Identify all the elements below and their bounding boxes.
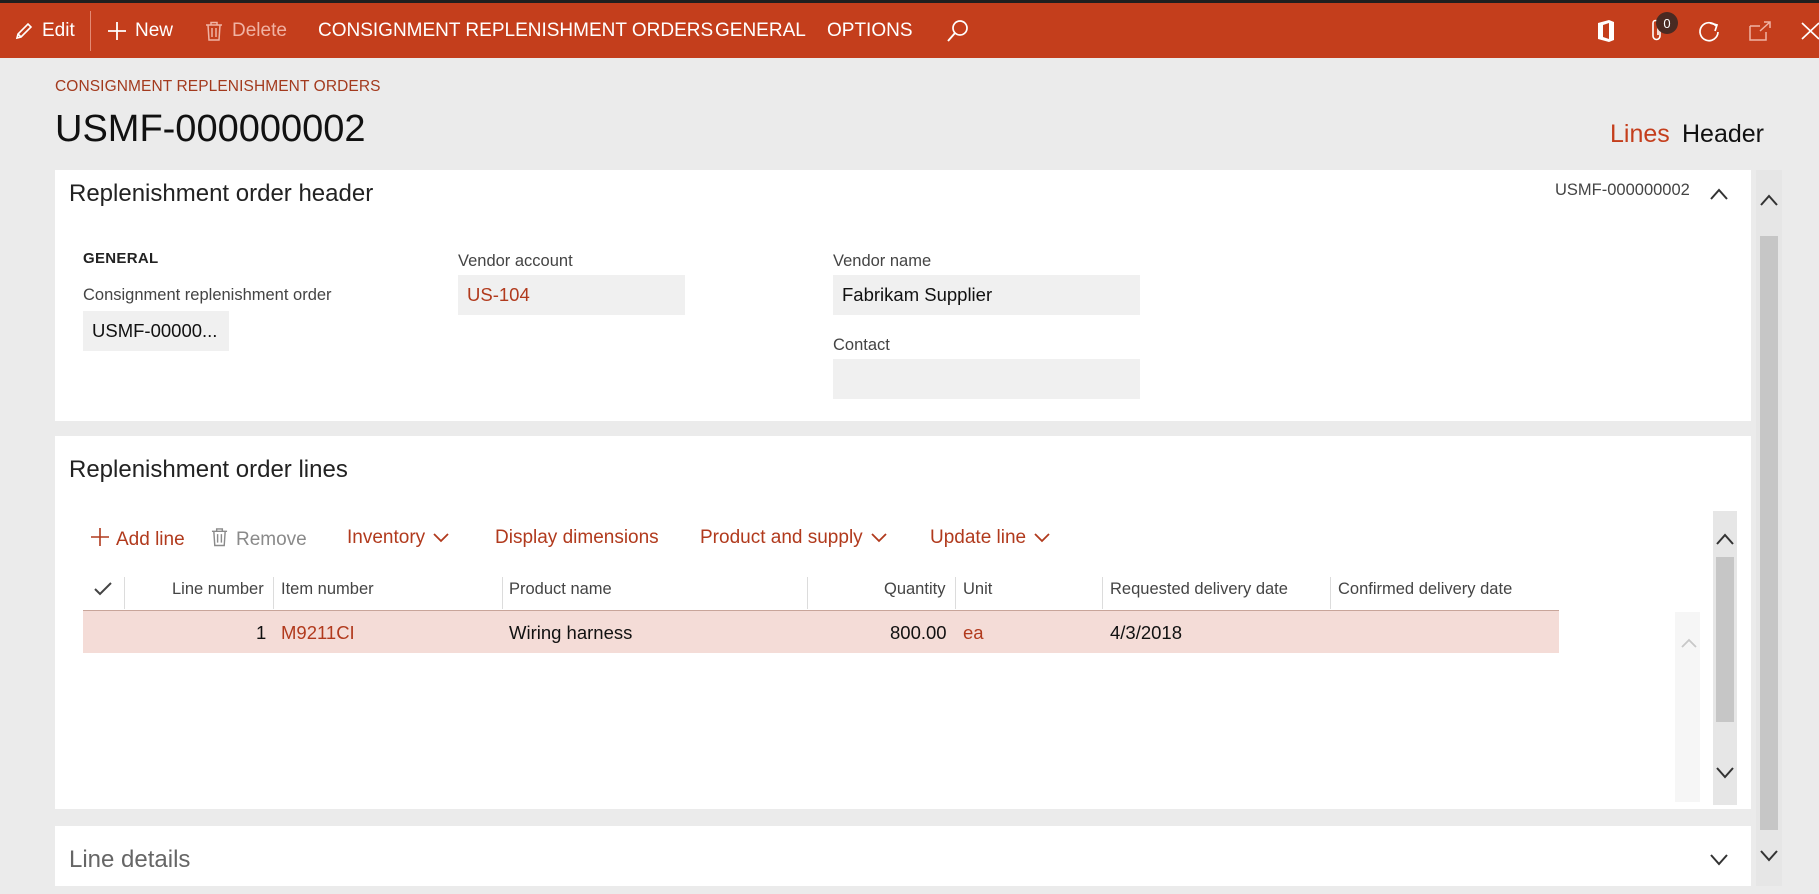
update-line-menu-button[interactable]: Update line (930, 527, 1050, 549)
trash-icon (211, 527, 228, 553)
refresh-button[interactable] (1697, 3, 1721, 58)
column-separator (955, 577, 956, 609)
header-section: Replenishment order header USMF-00000000… (55, 170, 1751, 421)
chevron-down-icon (871, 527, 887, 549)
chevron-down-icon[interactable] (1760, 849, 1778, 867)
column-header-unit[interactable]: Unit (963, 580, 992, 599)
open-new-window-icon (1748, 20, 1772, 42)
group-general-heading: GENERAL (83, 250, 159, 267)
contact-field[interactable] (833, 359, 1140, 399)
tab-lines[interactable]: Lines (1610, 120, 1670, 149)
header-section-summary: USMF-000000002 (1555, 181, 1690, 199)
add-line-button[interactable]: Add line (90, 527, 185, 553)
open-new-window-button[interactable] (1748, 3, 1772, 58)
column-header-requested-delivery-date[interactable]: Requested delivery date (1110, 580, 1288, 599)
cell-quantity: 800.00 (890, 622, 947, 643)
remove-label: Remove (236, 529, 307, 550)
delete-button[interactable]: Delete (205, 3, 287, 58)
vendor-account-label: Vendor account (458, 252, 573, 270)
close-button[interactable] (1800, 3, 1819, 58)
plus-icon (107, 21, 127, 41)
attachments-count-badge: 0 (1656, 12, 1678, 34)
delete-label: Delete (232, 19, 287, 41)
column-separator (807, 577, 808, 609)
product-and-supply-label: Product and supply (700, 527, 863, 548)
update-line-label: Update line (930, 527, 1027, 548)
header-section-title[interactable]: Replenishment order header (69, 180, 373, 208)
line-details-title[interactable]: Line details (69, 846, 190, 874)
lines-scrollbar-thumb[interactable] (1716, 557, 1734, 722)
new-label: New (135, 19, 174, 41)
breadcrumb[interactable]: CONSIGNMENT REPLENISHMENT ORDERS (55, 78, 381, 96)
chevron-down-icon[interactable] (1716, 766, 1734, 784)
plus-icon (90, 527, 110, 553)
vendor-name-label: Vendor name (833, 252, 932, 270)
menu-general[interactable]: GENERAL (715, 3, 806, 58)
column-separator (1330, 577, 1331, 609)
column-header-line-number[interactable]: Line number (172, 580, 264, 599)
edit-label: Edit (42, 19, 75, 41)
chevron-up-icon[interactable] (1760, 193, 1778, 211)
toolbar-separator (90, 11, 91, 51)
vendor-account-field[interactable]: US-104 (458, 275, 685, 315)
cell-line-number: 1 (256, 622, 267, 643)
chevron-down-icon[interactable] (1710, 853, 1728, 871)
edit-icon (14, 21, 34, 41)
line-details-section: Line details (55, 826, 1751, 886)
search-button[interactable] (946, 3, 970, 58)
edit-button[interactable]: Edit (14, 3, 75, 58)
chevron-down-icon (433, 527, 449, 549)
cell-requested-delivery-date: 4/3/2018 (1110, 622, 1183, 643)
product-and-supply-menu-button[interactable]: Product and supply (700, 527, 887, 549)
new-button[interactable]: New (107, 3, 173, 58)
lines-section-title[interactable]: Replenishment order lines (69, 456, 348, 484)
display-dimensions-button[interactable]: Display dimensions (495, 527, 659, 549)
page-scrollbar-thumb[interactable] (1760, 236, 1778, 830)
search-icon (946, 19, 970, 43)
column-header-item-number[interactable]: Item number (281, 580, 374, 599)
office-button[interactable] (1596, 3, 1616, 58)
order-label: Consignment replenishment order (83, 286, 332, 304)
office-icon (1596, 19, 1616, 43)
cell-unit[interactable]: ea (963, 622, 984, 644)
cell-product-name: Wiring harness (509, 622, 633, 643)
inventory-label: Inventory (347, 527, 426, 548)
column-separator (124, 577, 125, 609)
refresh-icon (1697, 19, 1721, 43)
chevron-down-icon (1034, 527, 1050, 549)
contact-label: Contact (833, 336, 890, 354)
chevron-up-icon[interactable] (1681, 635, 1697, 653)
command-bar: Edit New Delete CONSIGNMENT REPLENISHMEN… (0, 0, 1819, 58)
vendor-name-field[interactable]: Fabrikam Supplier (833, 275, 1140, 315)
order-field[interactable]: USMF-00000... (83, 311, 229, 351)
chevron-up-icon[interactable] (1716, 532, 1734, 550)
close-icon (1800, 21, 1819, 41)
trash-icon (205, 21, 223, 41)
column-separator (273, 577, 274, 609)
menu-options[interactable]: OPTIONS (827, 3, 913, 58)
remove-button[interactable]: Remove (211, 527, 307, 553)
menu-consignment-replenishment-orders[interactable]: CONSIGNMENT REPLENISHMENT ORDERS (318, 3, 713, 58)
page-title: USMF-000000002 (55, 108, 366, 150)
cell-item-number[interactable]: M9211CI (281, 622, 355, 644)
column-header-product-name[interactable]: Product name (509, 580, 612, 599)
column-separator (502, 577, 503, 609)
chevron-up-icon[interactable] (1710, 187, 1728, 205)
tab-header[interactable]: Header (1682, 120, 1764, 149)
add-line-label: Add line (116, 529, 185, 550)
column-header-quantity[interactable]: Quantity (884, 580, 945, 599)
inventory-menu-button[interactable]: Inventory (347, 527, 449, 549)
select-all-checkmark-icon[interactable] (94, 582, 112, 601)
column-header-confirmed-delivery-date[interactable]: Confirmed delivery date (1338, 580, 1512, 599)
column-separator (1102, 577, 1103, 609)
